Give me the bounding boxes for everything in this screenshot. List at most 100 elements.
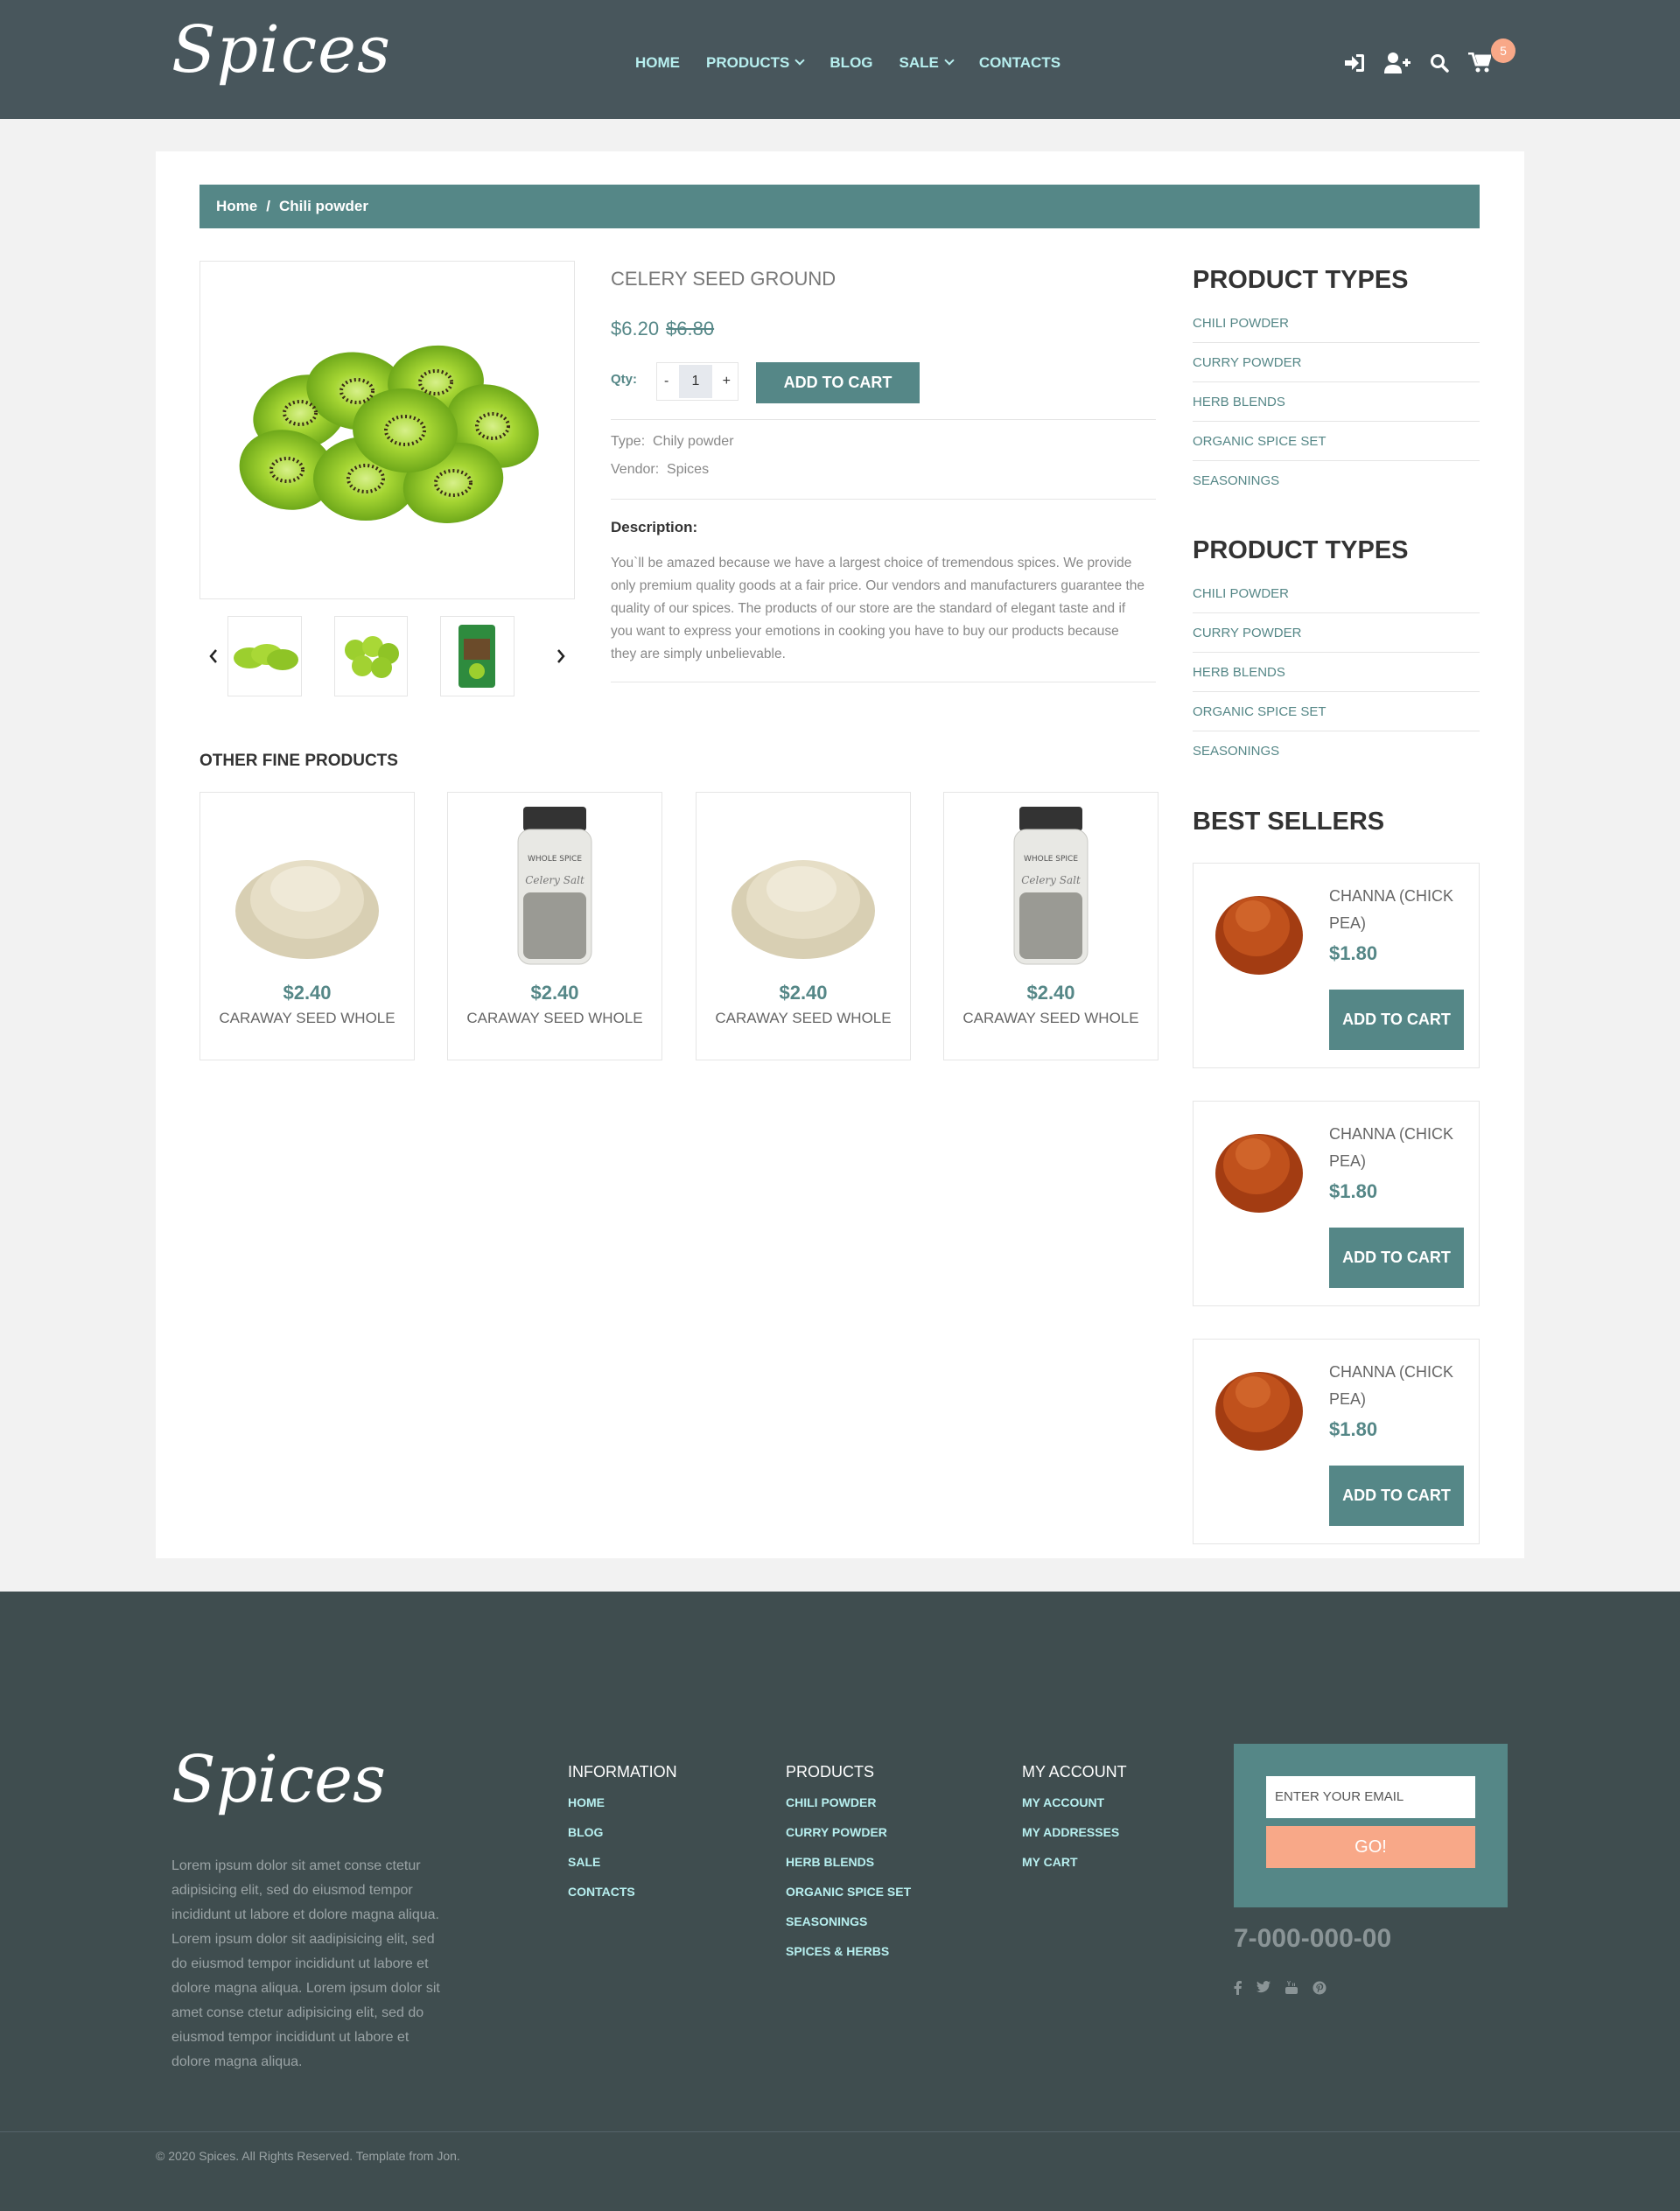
product-types-heading: PRODUCT TYPES [1193,266,1409,294]
footer-phone: 7-000-000-00 [1234,1924,1392,1953]
carousel-next-button[interactable] [547,648,575,664]
caraway-seed-image [696,793,910,968]
main-nav: HOME PRODUCTS BLOG SALE CONTACTS [635,54,1060,72]
quantity-stepper: - 1 + [656,362,738,401]
spice-jar-image: WHOLE SPICE Celery Salt [448,793,662,968]
nav-home-label: HOME [635,54,680,71]
carousel-prev-button[interactable] [200,648,228,664]
breadcrumb: Home / Chili powder [200,185,1480,228]
main-content: Home / Chili powder CELERY SEED GROUND $… [156,151,1524,1558]
product-type-link[interactable]: HERB BLENDS [1193,382,1480,422]
footer-link[interactable]: CURRY POWDER [786,1823,911,1853]
old-price: $6.80 [666,318,715,339]
product-card[interactable]: $2.40 CARAWAY SEED WHOLE [200,792,415,1060]
footer-link[interactable]: CHILI POWDER [786,1794,911,1823]
email-field[interactable]: ENTER YOUR EMAIL [1266,1776,1475,1818]
sign-in-icon[interactable] [1344,53,1365,73]
card-name[interactable]: CARAWAY SEED WHOLE [696,1010,910,1027]
qty-decrease-button[interactable]: - [664,374,668,389]
add-to-cart-button[interactable]: ADD TO CART [1329,990,1464,1050]
nav-contacts[interactable]: CONTACTS [979,54,1060,72]
chili-powder-image[interactable] [1211,1350,1307,1459]
product-type-link[interactable]: HERB BLENDS [1193,653,1480,692]
nav-home[interactable]: HOME [635,54,680,72]
footer-link[interactable]: SALE [568,1853,677,1883]
footer-link[interactable]: BLOG [568,1823,677,1853]
footer-products-column: PRODUCTS CHILI POWDER CURRY POWDER HERB … [786,1763,911,1972]
nav-products[interactable]: PRODUCTS [706,54,806,72]
cart-button[interactable]: 5 [1468,38,1516,73]
product-type-link[interactable]: ORGANIC SPICE SET [1193,422,1480,461]
best-seller-name[interactable]: CHANNA (CHICK PEA) [1329,883,1469,937]
thumbnail-3[interactable] [440,616,514,696]
nav-products-label: PRODUCTS [706,54,790,71]
nav-blog[interactable]: BLOG [830,54,872,72]
search-icon[interactable] [1430,53,1449,73]
product-card[interactable]: $2.40 CARAWAY SEED WHOLE [696,792,911,1060]
add-to-cart-button[interactable]: ADD TO CART [756,362,920,403]
thumbnail-1[interactable] [228,616,302,696]
best-seller-name[interactable]: CHANNA (CHICK PEA) [1329,1359,1469,1413]
thumbnail-carousel [200,616,575,696]
twitter-icon[interactable] [1256,1981,1270,1999]
svg-text:WHOLE SPICE: WHOLE SPICE [1024,855,1078,864]
divider [611,419,1156,420]
product-card[interactable]: WHOLE SPICE Celery Salt $2.40 CARAWAY SEE… [943,792,1158,1060]
subscribe-button[interactable]: GO! [1266,1826,1475,1868]
footer-link[interactable]: HOME [568,1794,677,1823]
spice-jar-image: WHOLE SPICE Celery Salt [944,793,1158,968]
add-to-cart-button[interactable]: ADD TO CART [1329,1228,1464,1288]
footer-link[interactable]: ORGANIC SPICE SET [786,1883,911,1913]
card-name[interactable]: CARAWAY SEED WHOLE [448,1010,662,1027]
add-to-cart-button[interactable]: ADD TO CART [1329,1466,1464,1526]
footer-link[interactable]: SPICES & HERBS [786,1942,911,1972]
site-logo[interactable]: Spices [172,17,391,82]
footer-column-heading: INFORMATION [568,1763,677,1781]
product-type-link[interactable]: CHILI POWDER [1193,574,1480,613]
best-seller-price: $1.80 [1329,1180,1378,1202]
best-seller-name[interactable]: CHANNA (CHICK PEA) [1329,1121,1469,1175]
footer-logo[interactable]: Spices [172,1747,386,1812]
pinterest-icon[interactable] [1312,1981,1326,1999]
footer-link[interactable]: MY CART [1022,1853,1127,1883]
product-card[interactable]: WHOLE SPICE Celery Salt $2.40 CARAWAY SEE… [447,792,662,1060]
facebook-icon[interactable] [1234,1981,1242,1999]
product-type: Type: Chily powder [611,434,734,450]
footer-link[interactable]: SEASONINGS [786,1913,911,1942]
footer-about-text: Lorem ipsum dolor sit amet conse ctetur … [172,1858,440,2069]
product-type-link[interactable]: SEASONINGS [1193,731,1480,771]
chili-powder-image[interactable] [1211,874,1307,983]
product-main-image[interactable] [200,261,575,599]
cart-count-badge: 5 [1491,38,1516,63]
add-user-icon[interactable] [1384,52,1410,73]
product-type-link[interactable]: CHILI POWDER [1193,304,1480,343]
footer-link[interactable]: HERB BLENDS [786,1853,911,1883]
youtube-icon[interactable] [1284,1981,1298,1999]
best-sellers-heading: BEST SELLERS [1193,808,1385,836]
product-types-heading: PRODUCT TYPES [1193,536,1409,564]
qty-increase-button[interactable]: + [723,374,731,389]
other-products-heading: OTHER FINE PRODUCTS [200,752,398,770]
footer-link[interactable]: MY ADDRESSES [1022,1823,1127,1853]
footer-link[interactable]: CONTACTS [568,1883,677,1913]
footer-information-column: INFORMATION HOME BLOG SALE CONTACTS [568,1763,677,1913]
card-name[interactable]: CARAWAY SEED WHOLE [944,1010,1158,1027]
footer-link[interactable]: MY ACCOUNT [1022,1794,1127,1823]
product-description: You`ll be amazed because we have a large… [611,556,1144,661]
copyright-text: © 2020 Spices. All Rights Reserved. Temp… [156,2149,460,2163]
product-type-link[interactable]: CURRY POWDER [1193,343,1480,382]
nav-blog-label: BLOG [830,54,873,71]
chevron-down-icon [944,55,955,66]
nav-sale[interactable]: SALE [900,54,955,72]
product-price: $6.20 $6.80 [611,318,714,340]
breadcrumb-home[interactable]: Home [216,198,257,215]
card-price: $2.40 [283,982,332,1004]
chili-powder-image[interactable] [1211,1112,1307,1221]
social-links [1234,1981,1326,1999]
product-type-link[interactable]: CURRY POWDER [1193,613,1480,653]
thumbnail-2[interactable] [333,616,409,696]
qty-input[interactable]: 1 [678,365,712,398]
card-name[interactable]: CARAWAY SEED WHOLE [200,1010,414,1027]
product-type-link[interactable]: SEASONINGS [1193,461,1480,500]
product-type-link[interactable]: ORGANIC SPICE SET [1193,692,1480,731]
